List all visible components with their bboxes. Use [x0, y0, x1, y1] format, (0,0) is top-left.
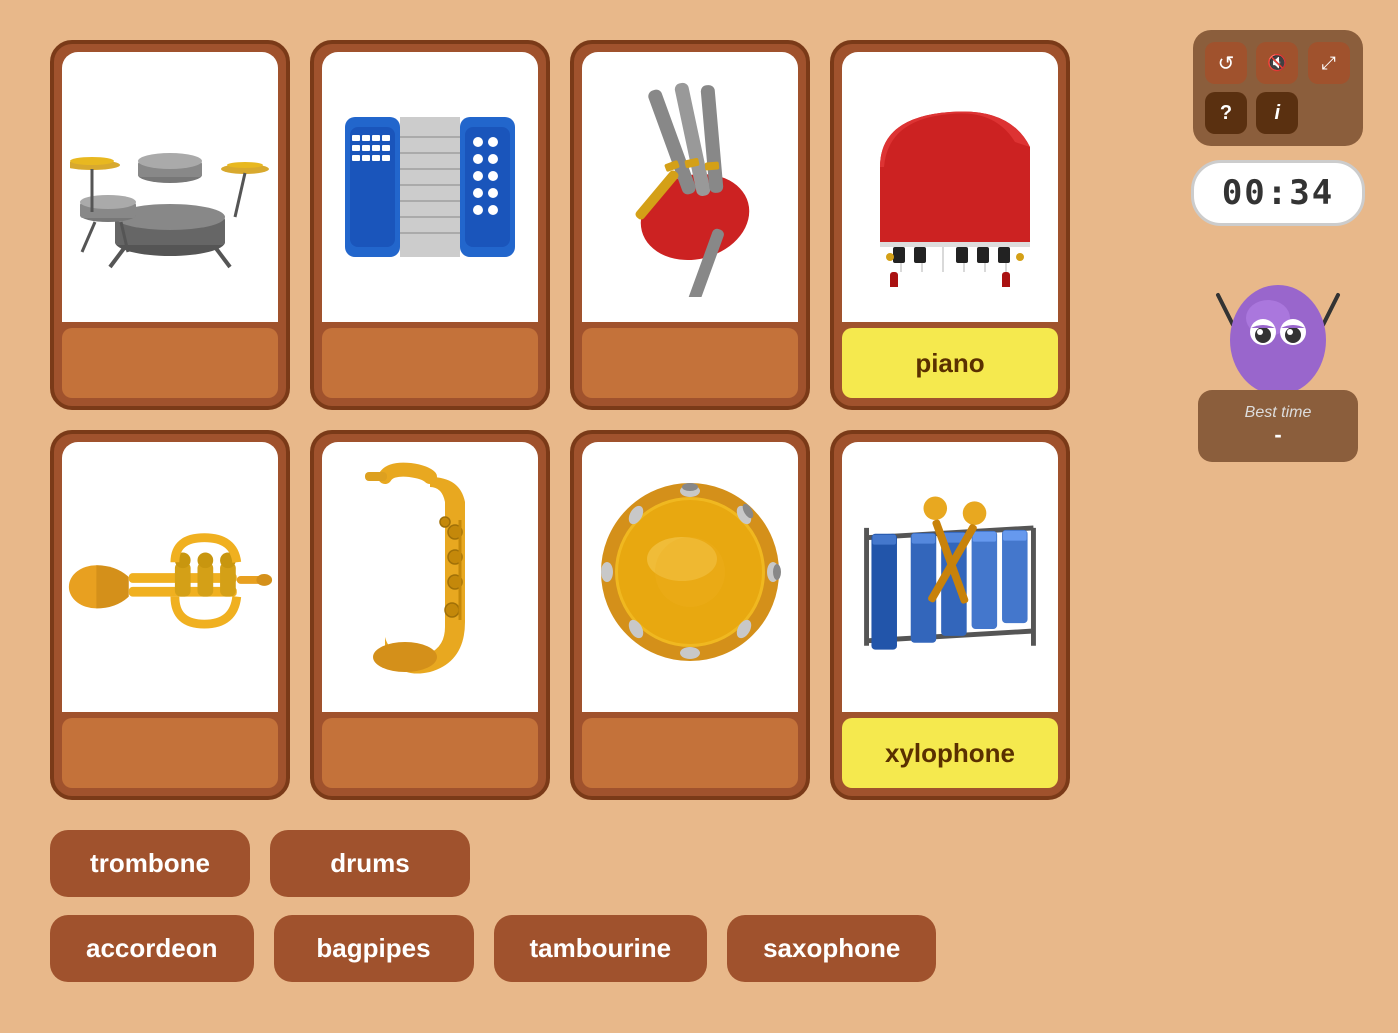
card-accordion[interactable] [310, 40, 550, 410]
piano-svg [850, 87, 1050, 287]
card-xylophone[interactable]: xylophone [830, 430, 1070, 800]
mascot-container: Best time - [1198, 250, 1358, 462]
card-saxophone[interactable] [310, 430, 550, 800]
timer-value: 00:34 [1222, 173, 1334, 213]
timer-display: 00:34 [1191, 160, 1365, 226]
card-accordion-label [322, 328, 538, 398]
word-row-1: trombone drums [50, 830, 1020, 897]
best-time-area: Best time - [1198, 390, 1358, 462]
piano-label-text: piano [915, 348, 984, 379]
card-bagpipes[interactable] [570, 40, 810, 410]
card-tambourine-label [582, 718, 798, 788]
card-drums-label [62, 328, 278, 398]
saxophone-image [322, 442, 538, 712]
bagpipes-svg [590, 77, 790, 297]
accordion-svg [330, 87, 530, 287]
saxophone-svg [330, 462, 530, 692]
expand-icon: ⤢ [1321, 53, 1335, 74]
card-trumpet[interactable] [50, 430, 290, 800]
tambourine-svg [590, 477, 790, 677]
word-btn-trombone[interactable]: trombone [50, 830, 250, 897]
word-btn-accordeon[interactable]: accordeon [50, 915, 254, 982]
drums-image [62, 52, 278, 322]
trumpet-image [62, 442, 278, 712]
xylophone-label-text: xylophone [885, 738, 1015, 769]
word-btn-bagpipes[interactable]: bagpipes [274, 915, 474, 982]
word-row-2: accordeon bagpipes tambourine saxophone [50, 915, 1020, 982]
mascot-svg [1213, 250, 1343, 400]
trumpet-svg [62, 487, 278, 667]
word-btn-drums[interactable]: drums [270, 830, 470, 897]
card-drums[interactable] [50, 40, 290, 410]
expand-button[interactable]: ⤢ [1308, 42, 1350, 84]
drums-svg [70, 97, 270, 277]
card-saxophone-label [322, 718, 538, 788]
info-button[interactable]: i [1256, 92, 1298, 134]
help-button[interactable]: ? [1205, 92, 1247, 134]
card-bagpipes-label [582, 328, 798, 398]
tambourine-image [582, 442, 798, 712]
xylophone-image [842, 442, 1058, 712]
info-icon: i [1275, 102, 1281, 125]
best-time-value: - [1226, 422, 1330, 448]
help-icon: ? [1220, 102, 1232, 125]
best-time-label: Best time [1226, 404, 1330, 422]
reset-icon: ↺ [1218, 51, 1235, 76]
mute-icon: 🔇 [1267, 53, 1287, 73]
cards-grid: piano [50, 40, 1020, 800]
card-tambourine[interactable] [570, 430, 810, 800]
card-piano[interactable]: piano [830, 40, 1070, 410]
right-panel: ↺ 🔇 ⤢ ? i 00:34 [1188, 30, 1368, 462]
mute-button[interactable]: 🔇 [1256, 42, 1298, 84]
word-btn-saxophone[interactable]: saxophone [727, 915, 936, 982]
accordion-image [322, 52, 538, 322]
reset-button[interactable]: ↺ [1205, 42, 1247, 84]
xylophone-svg [842, 487, 1058, 667]
control-buttons: ↺ 🔇 ⤢ ? i [1193, 30, 1363, 146]
word-buttons-area: trombone drums accordeon bagpipes tambou… [50, 820, 1020, 992]
bagpipes-image [582, 52, 798, 322]
piano-image [842, 52, 1058, 322]
word-btn-tambourine[interactable]: tambourine [494, 915, 708, 982]
card-xylophone-label: xylophone [842, 718, 1058, 788]
main-area: piano [0, 0, 1060, 1022]
card-piano-label: piano [842, 328, 1058, 398]
card-trumpet-label [62, 718, 278, 788]
